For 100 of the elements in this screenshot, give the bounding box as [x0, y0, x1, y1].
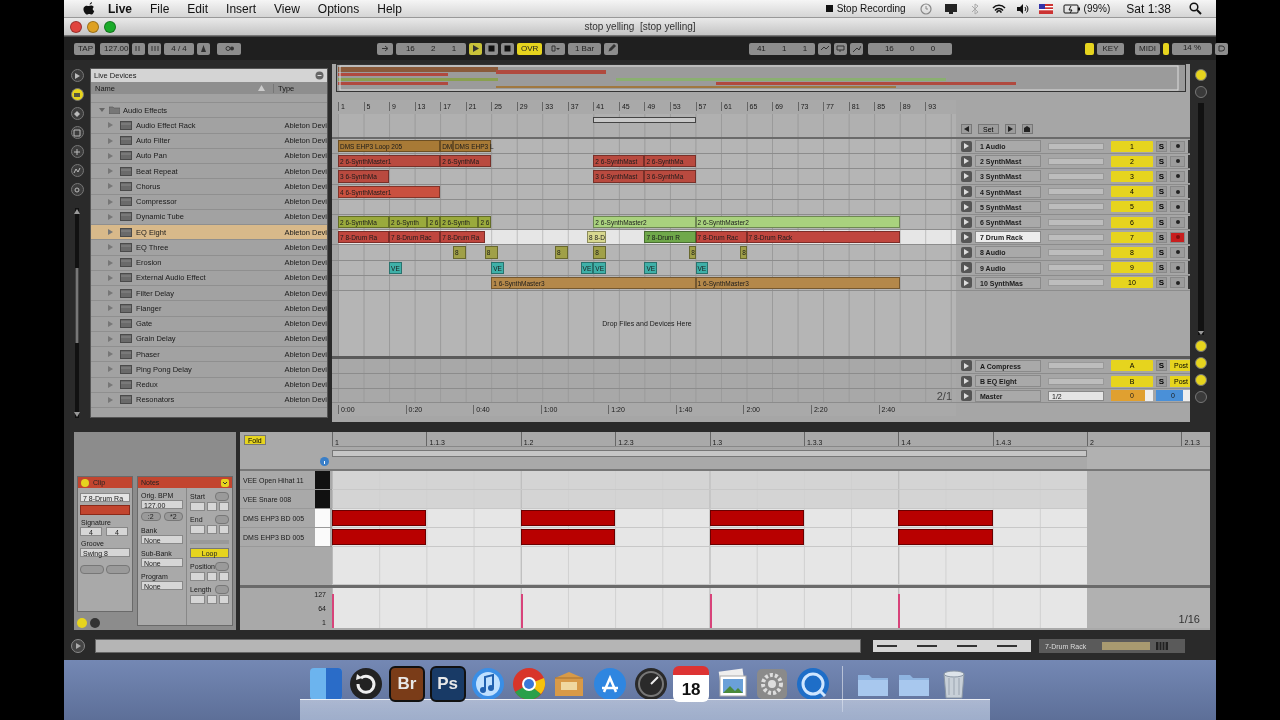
speaker-icon[interactable] [1015, 2, 1029, 15]
volume-field[interactable] [1048, 279, 1104, 287]
keyboard-icon[interactable] [1156, 642, 1169, 650]
length-field[interactable] [218, 595, 229, 604]
fold-button[interactable] [961, 262, 972, 274]
solo-button[interactable]: S [1156, 231, 1167, 243]
loop-button[interactable] [834, 42, 847, 55]
nudge-up-button[interactable] [148, 42, 161, 55]
arm-button[interactable] [1170, 170, 1185, 182]
display-icon[interactable] [943, 2, 958, 15]
fold-button[interactable] [961, 155, 972, 167]
view-button[interactable] [70, 69, 84, 82]
key-map-button[interactable]: KEY [1097, 42, 1124, 55]
solo-button[interactable]: S [1156, 375, 1167, 387]
nudge-down-button[interactable] [132, 42, 145, 55]
end-field[interactable] [206, 525, 217, 534]
solo-button[interactable]: S [1156, 140, 1167, 152]
minimize-button[interactable] [87, 20, 99, 33]
view-button[interactable] [1195, 69, 1207, 81]
volume-field[interactable] [1048, 362, 1104, 370]
length-field[interactable] [206, 595, 217, 604]
velocity-marker[interactable] [520, 594, 523, 628]
start-field[interactable] [190, 502, 205, 511]
quantize-field[interactable]: 1 Bar [568, 42, 601, 55]
quantize-menu-button[interactable] [545, 42, 565, 55]
set-length-button[interactable] [215, 585, 229, 594]
expand-icon[interactable] [99, 107, 105, 114]
position-field[interactable] [218, 572, 229, 581]
volume-field[interactable] [1048, 218, 1104, 226]
end-field[interactable] [218, 525, 229, 534]
info-icon[interactable] [320, 457, 329, 466]
arm-button[interactable] [1170, 246, 1185, 258]
solo-button[interactable]: S [1156, 360, 1167, 372]
position-field[interactable] [206, 572, 217, 581]
punch-in-button[interactable] [818, 42, 831, 55]
globe-icon[interactable] [794, 666, 831, 702]
song-position-field[interactable]: 16 2 1 [396, 42, 466, 55]
record-button[interactable] [501, 42, 514, 55]
set-start-button[interactable] [215, 492, 229, 501]
fold-button[interactable] [961, 201, 972, 213]
fold-button[interactable] [961, 231, 972, 243]
previous-locator-button[interactable] [961, 124, 972, 134]
volume-field[interactable] [1048, 157, 1104, 165]
solo-button[interactable]: S [1156, 277, 1167, 289]
fold-button[interactable] [961, 216, 972, 228]
stop-button[interactable] [485, 42, 498, 55]
volume-field[interactable] [1048, 203, 1104, 211]
arm-button[interactable] [1170, 201, 1185, 213]
loop-bar[interactable] [332, 450, 1087, 457]
dock-tile[interactable]: Ps [429, 666, 466, 702]
view-button[interactable] [70, 88, 84, 101]
start-field[interactable] [218, 502, 229, 511]
volume-field[interactable] [1048, 188, 1104, 196]
loop-start-field[interactable]: 41 1 1 [749, 42, 815, 55]
scroll-bar[interactable] [73, 208, 81, 418]
loop-length-field[interactable]: 16 0 0 [868, 42, 952, 55]
arm-button[interactable] [1170, 140, 1185, 152]
overview-drawing[interactable] [336, 64, 1186, 92]
solo-button[interactable]: S [1156, 186, 1167, 198]
volume-field[interactable] [1048, 264, 1104, 272]
menu-item[interactable]: Options [308, 1, 369, 16]
square-app-icon[interactable] [307, 666, 344, 702]
view-button[interactable] [70, 126, 84, 139]
start-field[interactable] [206, 502, 217, 511]
position-field[interactable] [190, 572, 205, 581]
end-field[interactable] [190, 525, 205, 534]
scroll-bar[interactable] [1197, 103, 1205, 335]
disk-overload-button[interactable] [1215, 42, 1228, 55]
expand-icon[interactable] [108, 229, 113, 236]
options-button[interactable] [315, 71, 324, 80]
velocity-marker[interactable] [898, 594, 901, 628]
record-stop-icon[interactable] [824, 4, 834, 13]
fold-button[interactable] [961, 140, 972, 152]
status-menu-item[interactable]: Stop Recording [836, 3, 906, 14]
arm-button[interactable] [1170, 262, 1185, 274]
menu-item[interactable]: Insert [217, 1, 266, 16]
solo-button[interactable]: S [1156, 201, 1167, 213]
solo-button[interactable]: S [1156, 155, 1167, 167]
fold-button[interactable] [961, 375, 972, 387]
menu-item[interactable]: Live [99, 1, 141, 16]
music-note-icon[interactable] [470, 666, 507, 702]
arm-button[interactable] [1170, 277, 1185, 289]
solo-button[interactable]: S [1156, 216, 1167, 228]
gauge-icon[interactable] [632, 666, 669, 702]
menu-item[interactable]: Edit [178, 1, 218, 16]
overdub-button[interactable]: OVR [517, 42, 542, 55]
view-button[interactable] [1195, 357, 1207, 369]
calendar-tile[interactable]: 18 [673, 666, 710, 702]
volume-field[interactable] [1048, 377, 1104, 385]
metronome-button[interactable] [197, 42, 210, 55]
close-button[interactable] [70, 20, 82, 33]
arm-button[interactable] [1170, 231, 1185, 243]
view-button[interactable] [1195, 340, 1207, 352]
punch-out-button[interactable] [850, 42, 863, 55]
bluetooth-icon[interactable] [969, 2, 980, 15]
set-end-button[interactable] [215, 515, 229, 524]
velocity-marker[interactable] [332, 594, 334, 628]
time-signature-field[interactable]: 4 / 4 [164, 42, 194, 55]
view-button[interactable] [70, 145, 84, 158]
tap-button[interactable]: TAP [74, 42, 95, 55]
